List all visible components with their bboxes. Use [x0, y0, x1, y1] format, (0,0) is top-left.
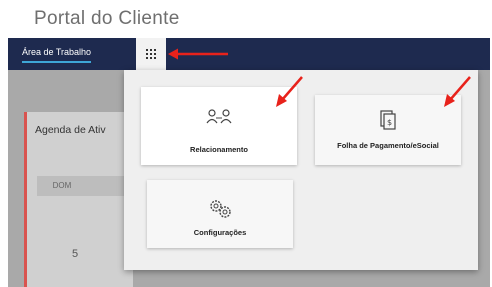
- apps-dropdown-panel: Relacionamento $ Folha de Pagamento/eSoc…: [124, 70, 478, 270]
- gears-icon: [210, 200, 231, 218]
- arrow-annotation-icon: [276, 76, 303, 107]
- agenda-title: Agenda de Ativ: [35, 124, 106, 136]
- agenda-day-cell[interactable]: 5: [72, 248, 78, 260]
- agenda-weekday-header: DOM: [37, 176, 127, 196]
- people-connect-icon: [206, 109, 232, 124]
- agenda-card: Agenda de Ativ DOM 5: [24, 112, 133, 287]
- arrow-annotation-icon: [444, 76, 471, 107]
- tab-area-de-trabalho[interactable]: Área de Trabalho: [22, 47, 92, 63]
- top-navbar: Área de Trabalho: [8, 38, 490, 70]
- document-payroll-icon: $: [380, 110, 396, 130]
- tile-label-relacionamento: Relacionamento: [190, 145, 248, 154]
- arrow-annotation-icon: [168, 48, 228, 60]
- page-title: Portal do Cliente: [34, 8, 180, 29]
- grid-icon: [146, 49, 156, 59]
- tile-configuracoes[interactable]: Configurações: [147, 180, 293, 248]
- tile-label-folha-de-pagamento: Folha de Pagamento/eSocial: [337, 141, 439, 150]
- tile-label-configuracoes: Configurações: [193, 228, 247, 237]
- apps-menu-button[interactable]: [136, 38, 166, 70]
- svg-text:$: $: [387, 118, 392, 127]
